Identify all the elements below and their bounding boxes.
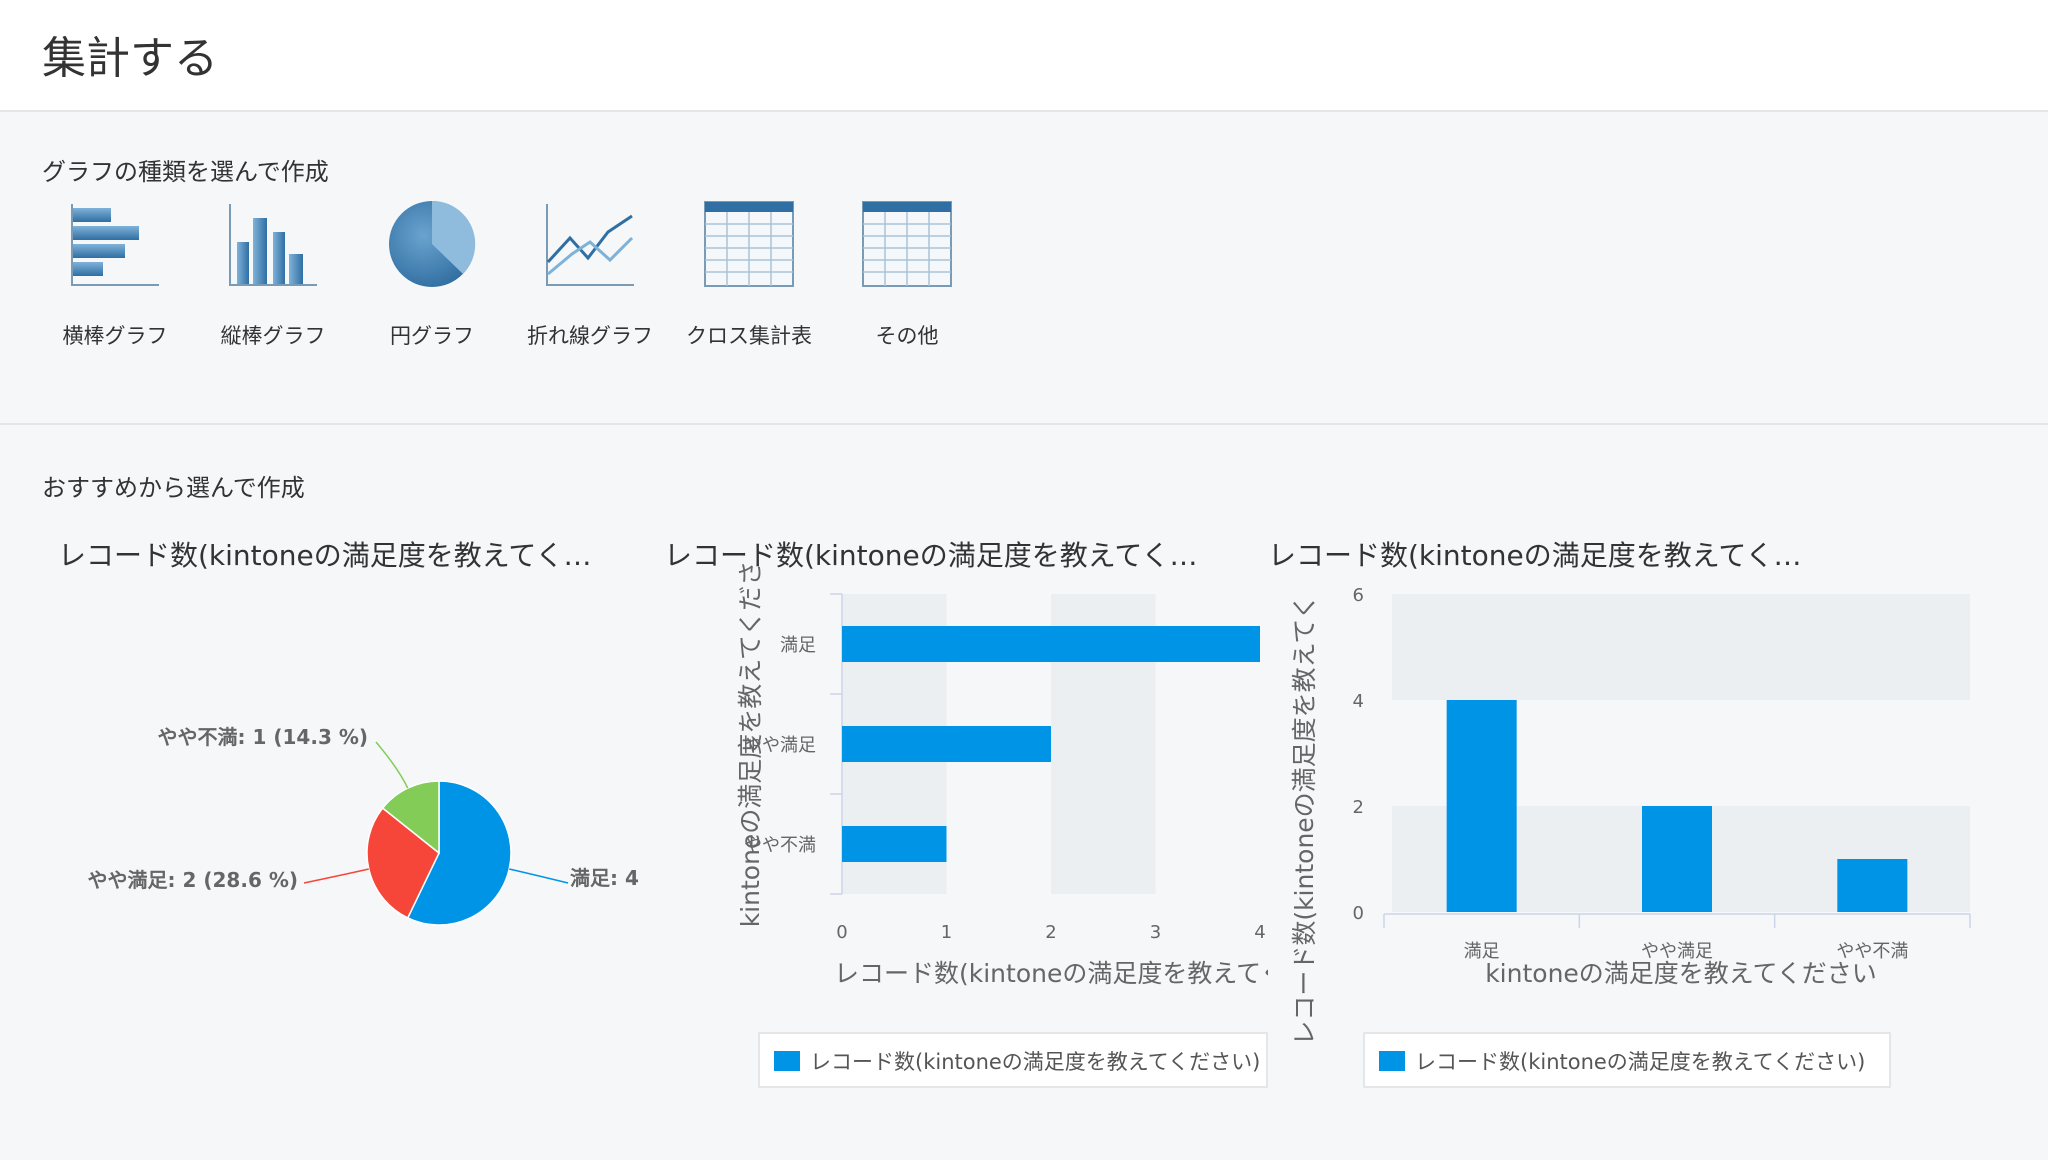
line-chart-icon	[546, 204, 634, 286]
bar	[842, 826, 947, 862]
graph-type-vertical-bar[interactable]: 縦棒グラフ	[195, 198, 351, 358]
x-tick-label: 1	[941, 922, 952, 943]
recommended-card-horizontal-bar[interactable]: レコード数(kintoneの満足度を教えてく… 満足 やや満足 やや不満 0 1 2 3 4 レ…	[664, 520, 1268, 1090]
x-tick-label: 4	[1254, 922, 1265, 943]
y-tick-label: 満足	[780, 635, 816, 656]
vertical-bar-chart-icon	[229, 204, 317, 286]
horizontal-bar-chart: 満足やや満足やや不満0 1 2 3 4レコード数(kintoneの満足度を教えてくkin…	[736, 561, 1268, 988]
x-axis-title: kintoneの満足度を教えてください	[1485, 959, 1877, 988]
graph-type-cross-table[interactable]: クロス集計表	[671, 198, 827, 358]
graph-type-pie[interactable]: 円グラフ	[354, 198, 510, 358]
x-tick-label: 0	[836, 922, 847, 943]
graph-type-label: 横棒グラフ	[62, 324, 168, 348]
x-tick-label: 3	[1150, 922, 1161, 943]
graph-type-label: その他	[875, 324, 939, 348]
graph-type-line[interactable]: 折れ線グラフ	[512, 198, 668, 358]
x-axis-title: レコード数(kintoneの満足度を教えてく	[834, 959, 1268, 988]
y-axis-title: kintoneの満足度を教えてくださ	[736, 561, 765, 928]
pie-data-label: やや不満: 1 (14.3 %)	[158, 725, 368, 749]
pie-connector	[375, 741, 409, 789]
graph-type-label: 折れ線グラフ	[527, 324, 653, 348]
legend-swatch	[774, 1051, 800, 1071]
y-tick-label: 4	[1353, 691, 1364, 712]
pie-chart-icon	[389, 200, 476, 287]
y-tick-label: 2	[1353, 797, 1364, 818]
pie-chart: 満足: 4 やや満足: 2 (28.6 %) やや不満: 1 (14.3 %)	[88, 725, 639, 926]
y-tick-label: 0	[1353, 903, 1364, 924]
y-tick-label: 6	[1353, 585, 1364, 606]
graph-type-label: 円グラフ	[390, 324, 474, 348]
bar	[1446, 700, 1517, 912]
y-axis-title: レコード数(kintoneの満足度を教えてく	[1290, 594, 1319, 1045]
bar	[842, 626, 1260, 662]
recommended-card-pie[interactable]: レコード数(kintoneの満足度を教えてく… 満足: 4 やや満足: 2 (28…	[58, 520, 668, 1090]
legend-label: レコード数(kintoneの満足度を教えてください)	[1415, 1050, 1866, 1074]
legend-swatch	[1379, 1051, 1405, 1071]
page-title: 集計する	[42, 33, 218, 84]
section-divider	[0, 423, 2048, 425]
pie-connector	[509, 868, 569, 884]
legend-label: レコード数(kintoneの満足度を教えてください)	[810, 1050, 1261, 1074]
graph-type-horizontal-bar[interactable]: 横棒グラフ	[37, 198, 193, 358]
graph-types-section-title: グラフの種類を選んで作成	[42, 158, 329, 186]
graph-type-label: 縦棒グラフ	[220, 324, 326, 348]
pie-data-label: やや満足: 2 (28.6 %)	[88, 868, 298, 892]
x-tick-label: 2	[1045, 922, 1056, 943]
horizontal-bar-chart-icon	[71, 204, 159, 286]
page-header: 集計する	[0, 0, 2048, 112]
graph-type-label: クロス集計表	[686, 324, 812, 348]
pie-data-label: 満足: 4	[570, 866, 639, 890]
recommended-section-title: おすすめから選んで作成	[42, 474, 305, 502]
bar	[1642, 806, 1712, 912]
bar	[1837, 859, 1908, 912]
chart-legend[interactable]: レコード数(kintoneの満足度を教えてください)	[1363, 1032, 1891, 1088]
recommended-card-vertical-bar[interactable]: レコード数(kintoneの満足度を教えてく… 0 2 4 6 満足 やや満足 やや不満 ki…	[1268, 520, 1988, 1090]
table-icon	[862, 201, 952, 287]
cross-table-icon	[704, 201, 794, 287]
pie-connector	[303, 868, 369, 884]
chart-legend[interactable]: レコード数(kintoneの満足度を教えてください)	[758, 1032, 1268, 1088]
graph-type-other[interactable]: その他	[829, 198, 985, 358]
bar	[842, 726, 1051, 762]
plot-band	[1392, 594, 1970, 700]
vertical-bar-chart: 0246満足 やや満足 やや不満kintoneの満足度を教えてくださいレコード数(k…	[1290, 585, 1971, 1046]
